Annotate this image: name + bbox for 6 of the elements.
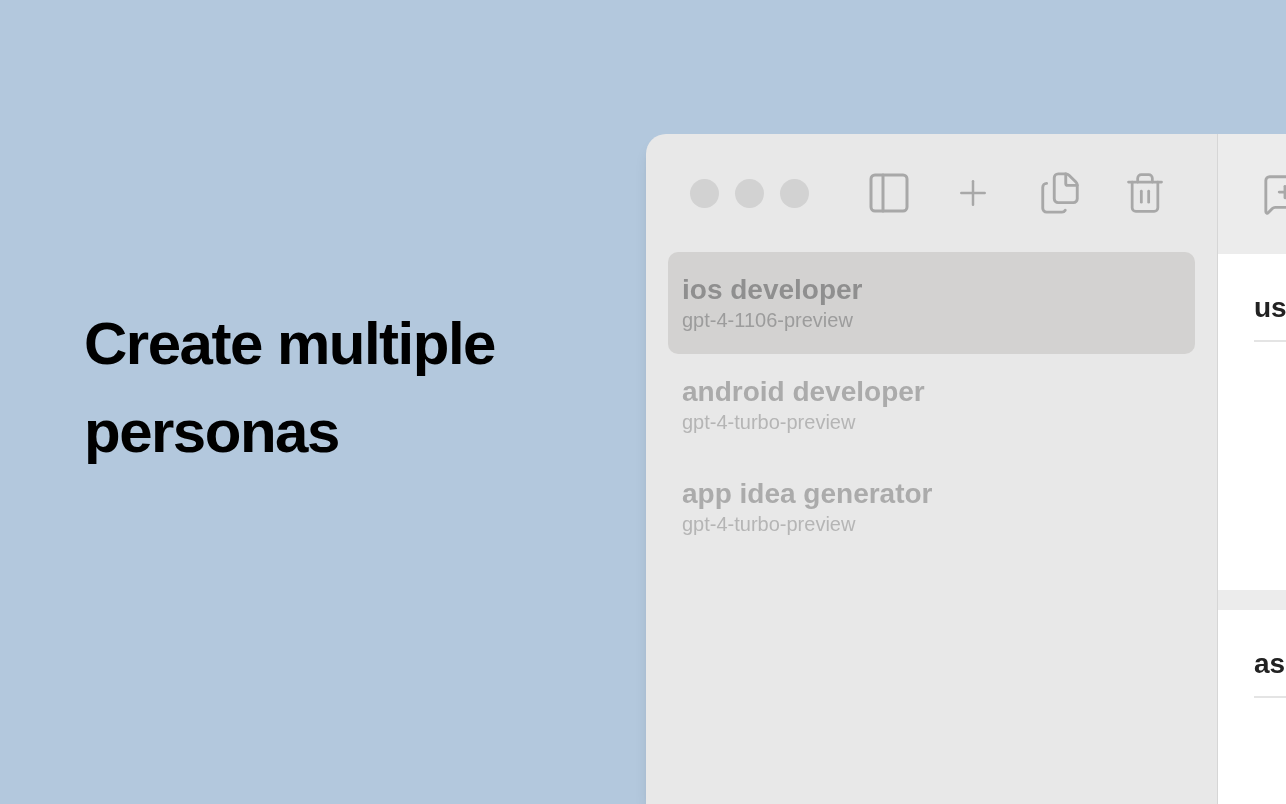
headline: Create multiple personas [84,309,496,467]
message-role: as [1254,647,1286,681]
persona-name: android developer [682,375,926,409]
persona-name: app idea generator [682,477,934,511]
persona-name: ios developer [682,273,864,307]
message-role: us [1254,291,1286,325]
